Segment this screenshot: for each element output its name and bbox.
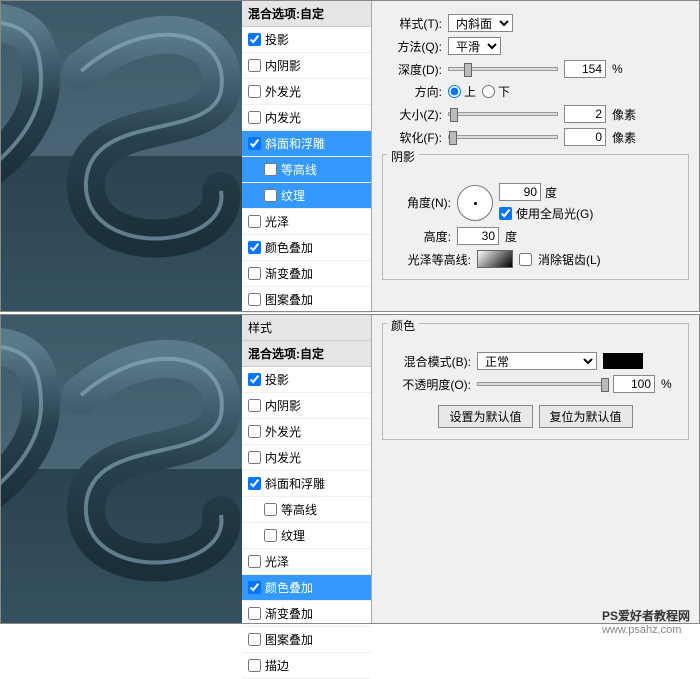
effect-inner-shadow[interactable]: 内阴影 [242, 53, 371, 79]
style-label: 样式(T): [382, 15, 442, 32]
angle-dial[interactable] [457, 185, 493, 221]
color-section-title: 颜色 [387, 317, 419, 334]
watermark-url: www.psahz.com [602, 624, 690, 636]
effect-texture[interactable]: 纹理 [242, 183, 371, 209]
effect-outer-glow2[interactable]: 外发光 [242, 419, 371, 445]
bevel-options: 样式(T): 内斜面 方法(Q): 平滑 深度(D): % 方向: 上 下 大小… [372, 1, 699, 311]
size-label: 大小(Z): [382, 106, 442, 123]
dir-down-radio[interactable] [482, 85, 495, 98]
blend-options-title: 混合选项:自定 [242, 1, 371, 27]
direction-label: 方向: [382, 83, 442, 100]
effect-drop-shadow2[interactable]: 投影 [242, 367, 371, 393]
preview-bevel [1, 1, 242, 311]
blend-options-title2: 混合选项:自定 [242, 341, 371, 367]
soften-input[interactable] [564, 128, 606, 146]
px-unit: 像素 [612, 106, 636, 123]
altitude-label: 高度: [391, 228, 451, 245]
dir-up-radio[interactable] [448, 85, 461, 98]
altitude-input[interactable] [457, 227, 499, 245]
gloss-contour-label: 光泽等高线: [391, 251, 471, 268]
gloss-contour-swatch[interactable] [477, 250, 513, 268]
gradient-overlay-check[interactable] [248, 267, 261, 280]
technique-label: 方法(Q): [382, 38, 442, 55]
global-light-check[interactable] [499, 207, 512, 220]
anti-alias-check[interactable] [519, 253, 532, 266]
contour-check[interactable] [264, 163, 277, 176]
effect-stroke2[interactable]: 描边 [242, 653, 371, 679]
watermark-text: PS爱好者教程网 [602, 607, 690, 624]
angle-label: 角度(N): [391, 194, 451, 211]
effect-gradient-overlay2[interactable]: 渐变叠加 [242, 601, 371, 627]
technique-select[interactable]: 平滑 [448, 37, 501, 55]
style-list-color: 样式 混合选项:自定 投影 内阴影 外发光 内发光 斜面和浮雕 等高线 纹理 光… [242, 315, 372, 623]
effect-contour[interactable]: 等高线 [242, 157, 371, 183]
bevel-check[interactable] [248, 137, 261, 150]
effect-outer-glow[interactable]: 外发光 [242, 79, 371, 105]
depth-slider[interactable] [448, 67, 558, 71]
color-overlay-check[interactable] [248, 241, 261, 254]
color-options: 颜色 混合模式(B): 正常 不透明度(O): % 设置为默认值 复位为默认值 [372, 315, 699, 623]
angle-input[interactable] [499, 183, 541, 201]
styles-header: 样式 [242, 315, 371, 341]
effect-inner-glow2[interactable]: 内发光 [242, 445, 371, 471]
effect-texture2[interactable]: 纹理 [242, 523, 371, 549]
effect-gradient-overlay[interactable]: 渐变叠加 [242, 261, 371, 287]
effect-pattern-overlay2[interactable]: 图案叠加 [242, 627, 371, 653]
shading-section: 阴影 角度(N): 度 使用全局光(G) 高度: [382, 154, 689, 280]
px-unit2: 像素 [612, 129, 636, 146]
effect-bevel2[interactable]: 斜面和浮雕 [242, 471, 371, 497]
effect-satin[interactable]: 光泽 [242, 209, 371, 235]
effect-color-overlay[interactable]: 颜色叠加 [242, 235, 371, 261]
effect-drop-shadow[interactable]: 投影 [242, 27, 371, 53]
drop-shadow-check[interactable] [248, 33, 261, 46]
inner-glow-check[interactable] [248, 111, 261, 124]
size-slider[interactable] [448, 112, 558, 116]
blend-mode-label: 混合模式(B): [391, 353, 471, 370]
reset-default-button[interactable]: 复位为默认值 [539, 405, 633, 428]
opacity-slider[interactable] [477, 382, 607, 386]
effect-inner-glow[interactable]: 内发光 [242, 105, 371, 131]
preview-color [1, 315, 242, 623]
color-section: 颜色 混合模式(B): 正常 不透明度(O): % 设置为默认值 复位为默认值 [382, 323, 689, 440]
style-select[interactable]: 内斜面 [448, 14, 513, 32]
texture-check[interactable] [264, 189, 277, 202]
effect-pattern-overlay[interactable]: 图案叠加 [242, 287, 371, 313]
inner-shadow-check[interactable] [248, 59, 261, 72]
outer-glow-check[interactable] [248, 85, 261, 98]
color-swatch[interactable] [603, 353, 643, 369]
effect-satin2[interactable]: 光泽 [242, 549, 371, 575]
opacity-input[interactable] [613, 375, 655, 393]
effect-contour2[interactable]: 等高线 [242, 497, 371, 523]
effect-color-overlay2[interactable]: 颜色叠加 [242, 575, 371, 601]
watermark: PS爱好者教程网 www.psahz.com [602, 607, 690, 636]
blend-mode-select[interactable]: 正常 [477, 352, 597, 370]
depth-input[interactable] [564, 60, 606, 78]
effect-inner-shadow2[interactable]: 内阴影 [242, 393, 371, 419]
satin-check[interactable] [248, 215, 261, 228]
style-list-bevel: 混合选项:自定 投影 内阴影 外发光 内发光 斜面和浮雕 等高线 纹理 光泽 颜… [242, 1, 372, 311]
shading-title: 阴影 [387, 148, 419, 165]
soften-label: 软化(F): [382, 129, 442, 146]
pattern-overlay-check[interactable] [248, 293, 261, 306]
set-default-button[interactable]: 设置为默认值 [438, 405, 532, 428]
opacity-label: 不透明度(O): [391, 376, 471, 393]
soften-slider[interactable] [448, 135, 558, 139]
effect-bevel[interactable]: 斜面和浮雕 [242, 131, 371, 157]
depth-label: 深度(D): [382, 61, 442, 78]
percent-unit: % [612, 62, 623, 76]
size-input[interactable] [564, 105, 606, 123]
